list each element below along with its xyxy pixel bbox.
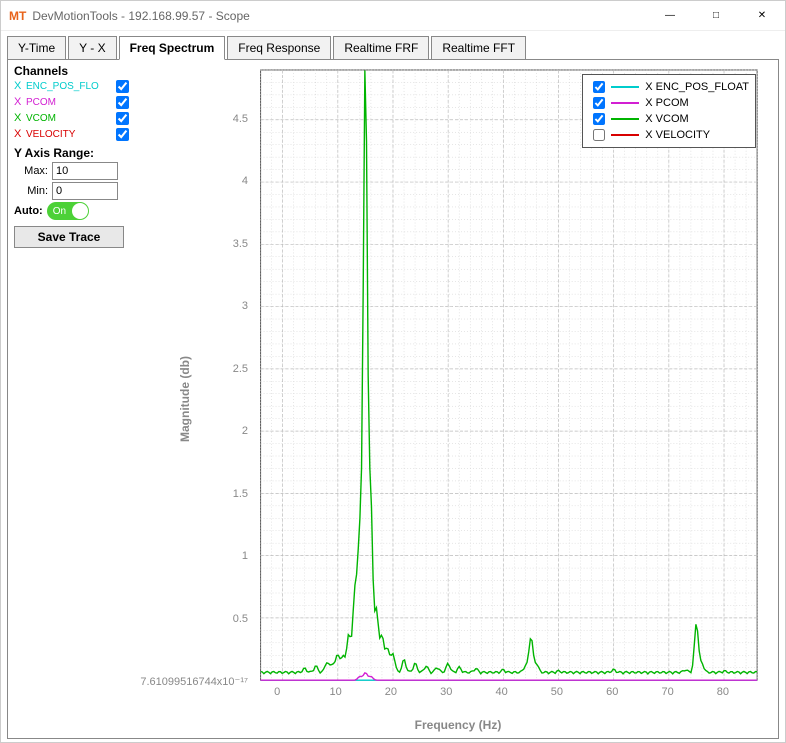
y-tick: 3.5 bbox=[138, 238, 248, 250]
legend-swatch bbox=[611, 118, 639, 120]
save-trace-button[interactable]: Save Trace bbox=[14, 226, 124, 248]
x-tick: 30 bbox=[440, 686, 452, 698]
min-label: Min: bbox=[14, 185, 48, 197]
legend-checkbox[interactable] bbox=[593, 113, 605, 125]
toggle-knob bbox=[72, 203, 88, 219]
close-button[interactable]: ✕ bbox=[739, 1, 785, 31]
channel-checkbox-velocity[interactable] bbox=[116, 128, 129, 141]
legend: X ENC_POS_FLOAT X PCOM X VCOM X VELOCITY bbox=[582, 74, 756, 148]
auto-toggle[interactable]: On bbox=[47, 202, 89, 220]
title-bar: MT DevMotionTools - 192.168.99.57 - Scop… bbox=[1, 1, 785, 31]
legend-row: X VELOCITY bbox=[589, 127, 749, 143]
channel-axis: X bbox=[14, 80, 26, 92]
legend-swatch bbox=[611, 102, 639, 104]
channel-checkbox-enc_pos_float[interactable] bbox=[116, 80, 129, 93]
y-tick: 2.5 bbox=[138, 363, 248, 375]
channel-row-vcom: XVCOM bbox=[14, 110, 132, 126]
y-tick: 7.61099516744x10⁻¹⁷ bbox=[138, 675, 248, 688]
auto-label: Auto: bbox=[14, 205, 43, 217]
legend-label: X ENC_POS_FLOAT bbox=[645, 81, 749, 93]
tab-realtime-frf[interactable]: Realtime FRF bbox=[333, 36, 429, 60]
channels-list: XENC_POS_FLOXPCOMXVCOMXVELOCITY bbox=[14, 78, 132, 142]
channel-axis: X bbox=[14, 128, 26, 140]
channel-name: ENC_POS_FLO bbox=[26, 81, 112, 92]
tab-freq-spectrum[interactable]: Freq Spectrum bbox=[119, 36, 226, 60]
tab-y-x[interactable]: Y - X bbox=[68, 36, 116, 60]
chart-area: Magnitude (db) Frequency (Hz) 7.61099516… bbox=[138, 60, 778, 738]
x-tick: 50 bbox=[551, 686, 563, 698]
x-tick: 20 bbox=[385, 686, 397, 698]
window-title: DevMotionTools - 192.168.99.57 - Scope bbox=[32, 9, 249, 23]
x-tick: 80 bbox=[717, 686, 729, 698]
channel-row-enc_pos_float: XENC_POS_FLO bbox=[14, 78, 132, 94]
x-axis-label: Frequency (Hz) bbox=[415, 718, 502, 732]
content: Channels XENC_POS_FLOXPCOMXVCOMXVELOCITY… bbox=[7, 59, 779, 739]
legend-label: X VCOM bbox=[645, 113, 688, 125]
channel-name: PCOM bbox=[26, 97, 112, 108]
legend-row: X VCOM bbox=[589, 111, 749, 127]
channel-checkbox-vcom[interactable] bbox=[116, 112, 129, 125]
tab-freq-response[interactable]: Freq Response bbox=[227, 36, 331, 60]
legend-checkbox[interactable] bbox=[593, 81, 605, 93]
channel-name: VCOM bbox=[26, 113, 112, 124]
window-controls: — □ ✕ bbox=[647, 1, 785, 31]
tab-y-time[interactable]: Y-Time bbox=[7, 36, 66, 60]
max-label: Max: bbox=[14, 165, 48, 177]
sidebar: Channels XENC_POS_FLOXPCOMXVCOMXVELOCITY… bbox=[8, 60, 138, 738]
y-tick: 0.5 bbox=[138, 613, 248, 625]
min-input[interactable] bbox=[52, 182, 118, 200]
chart-plot[interactable] bbox=[138, 60, 778, 738]
channel-row-pcom: XPCOM bbox=[14, 94, 132, 110]
y-tick: 1 bbox=[138, 550, 248, 562]
y-tick: 4.5 bbox=[138, 113, 248, 125]
legend-row: X PCOM bbox=[589, 95, 749, 111]
channel-row-velocity: XVELOCITY bbox=[14, 126, 132, 142]
channel-name: VELOCITY bbox=[26, 129, 112, 140]
y-tick: 1.5 bbox=[138, 488, 248, 500]
maximize-button[interactable]: □ bbox=[693, 1, 739, 31]
y-tick: 2 bbox=[138, 425, 248, 437]
channel-axis: X bbox=[14, 96, 26, 108]
channels-title: Channels bbox=[14, 64, 132, 78]
legend-checkbox[interactable] bbox=[593, 97, 605, 109]
channel-axis: X bbox=[14, 112, 26, 124]
tab-bar: Y-TimeY - XFreq SpectrumFreq ResponseRea… bbox=[7, 35, 779, 59]
legend-label: X VELOCITY bbox=[645, 129, 710, 141]
max-input[interactable] bbox=[52, 162, 118, 180]
legend-swatch bbox=[611, 86, 639, 88]
x-tick: 40 bbox=[495, 686, 507, 698]
x-tick: 60 bbox=[606, 686, 618, 698]
minimize-button[interactable]: — bbox=[647, 1, 693, 31]
x-tick: 10 bbox=[329, 686, 341, 698]
x-tick: 0 bbox=[274, 686, 280, 698]
y-range-title: Y Axis Range: bbox=[14, 146, 132, 160]
auto-toggle-text: On bbox=[53, 206, 66, 217]
legend-checkbox[interactable] bbox=[593, 129, 605, 141]
app-logo: MT bbox=[9, 9, 26, 23]
channel-checkbox-pcom[interactable] bbox=[116, 96, 129, 109]
y-tick: 4 bbox=[138, 175, 248, 187]
legend-label: X PCOM bbox=[645, 97, 688, 109]
x-tick: 70 bbox=[661, 686, 673, 698]
legend-row: X ENC_POS_FLOAT bbox=[589, 79, 749, 95]
y-tick: 3 bbox=[138, 300, 248, 312]
legend-swatch bbox=[611, 134, 639, 136]
tab-realtime-fft[interactable]: Realtime FFT bbox=[431, 36, 526, 60]
